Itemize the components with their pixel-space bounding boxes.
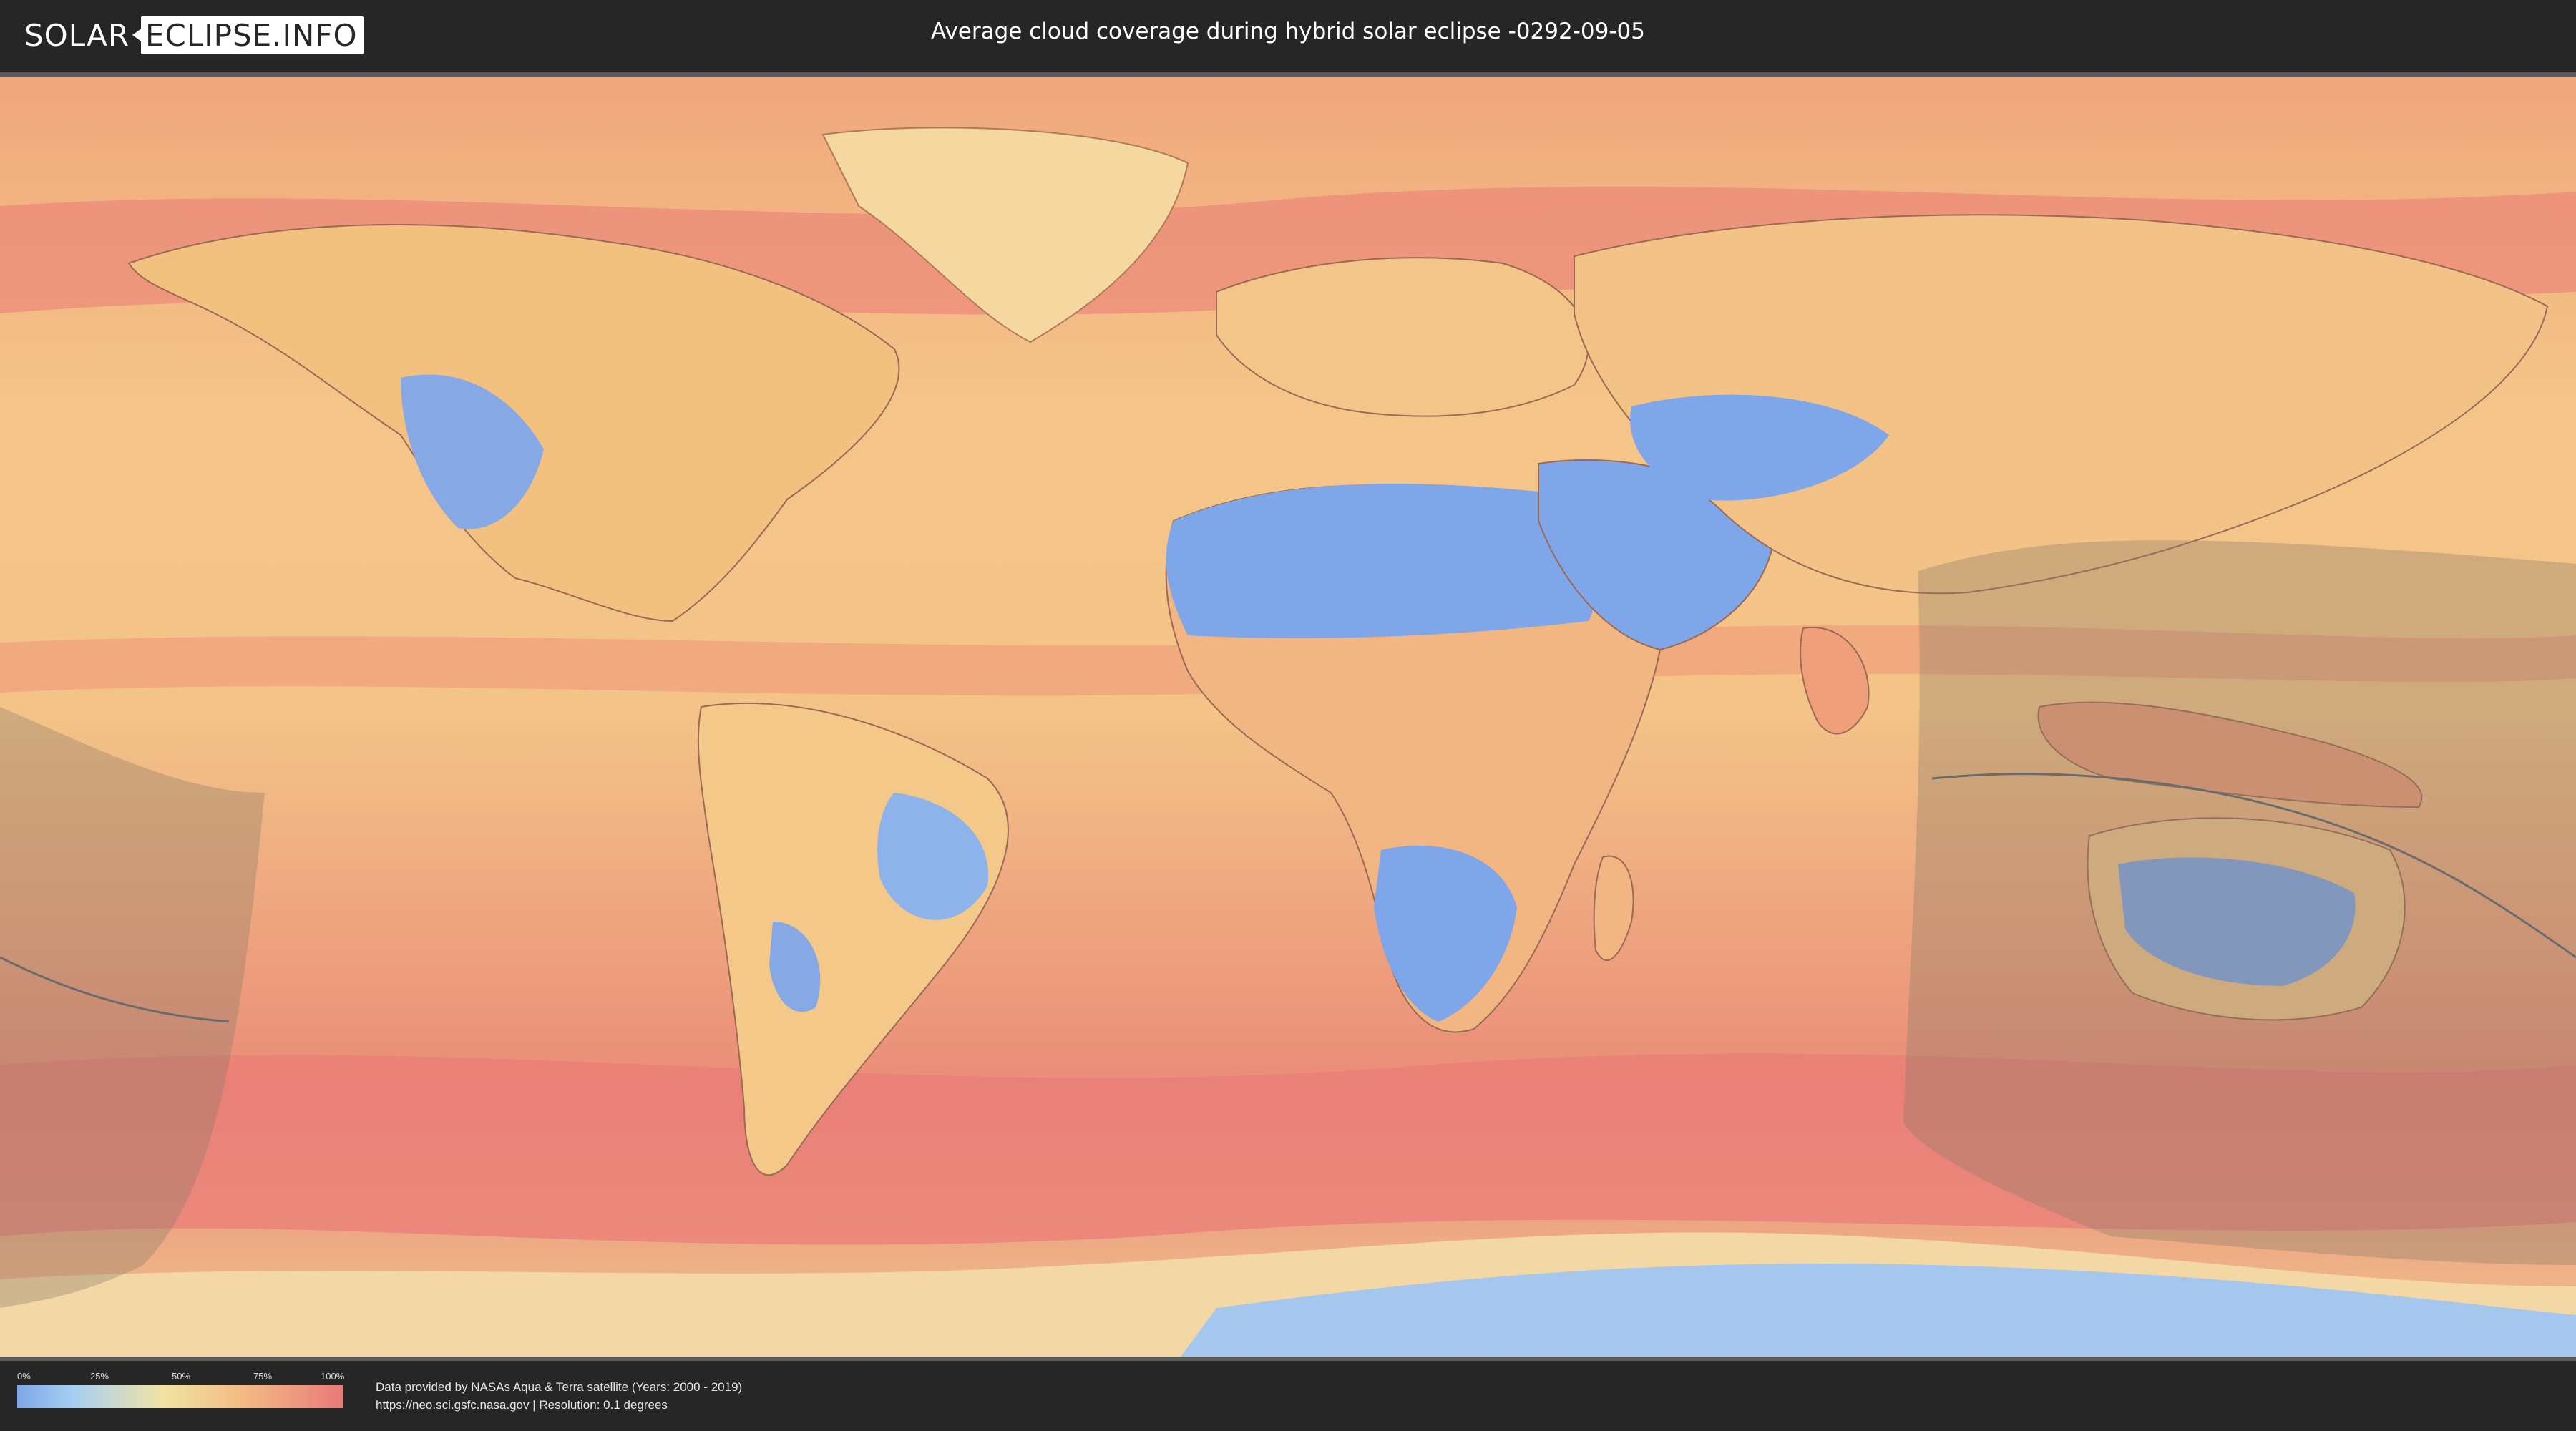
footer-bar: 0% 25% 50% 75% 100% Data provided by NAS…: [0, 1357, 2576, 1431]
data-credits: Data provided by NASAs Aqua & Terra sate…: [376, 1378, 742, 1414]
legend-tick-100: 100%: [321, 1371, 345, 1382]
legend-tick-0: 0%: [17, 1371, 31, 1382]
header-bar: SOLAR ECLIPSE.INFO Average cloud coverag…: [0, 0, 2576, 72]
cloud-coverage-legend: 0% 25% 50% 75% 100%: [17, 1371, 345, 1411]
eclipse-zone-east: [1903, 540, 2576, 1265]
footer-divider: [0, 1357, 2576, 1361]
credits-line-source: Data provided by NASAs Aqua & Terra sate…: [376, 1380, 743, 1394]
sahara-clear-region: [1166, 484, 1600, 638]
legend-tick-25: 25%: [90, 1371, 109, 1382]
header-divider: [0, 72, 2576, 77]
legend-tick-75: 75%: [253, 1371, 273, 1382]
world-map-canvas: [0, 77, 2576, 1357]
legend-tick-50: 50%: [172, 1371, 191, 1382]
page-title: Average cloud coverage during hybrid sol…: [931, 19, 1645, 44]
cloud-coverage-map[interactable]: [0, 77, 2576, 1357]
credits-line-url[interactable]: https://neo.sci.gsfc.nasa.gov | Resoluti…: [376, 1396, 742, 1414]
legend-ticks: 0% 25% 50% 75% 100%: [17, 1371, 345, 1382]
legend-color-bar: [17, 1385, 343, 1408]
